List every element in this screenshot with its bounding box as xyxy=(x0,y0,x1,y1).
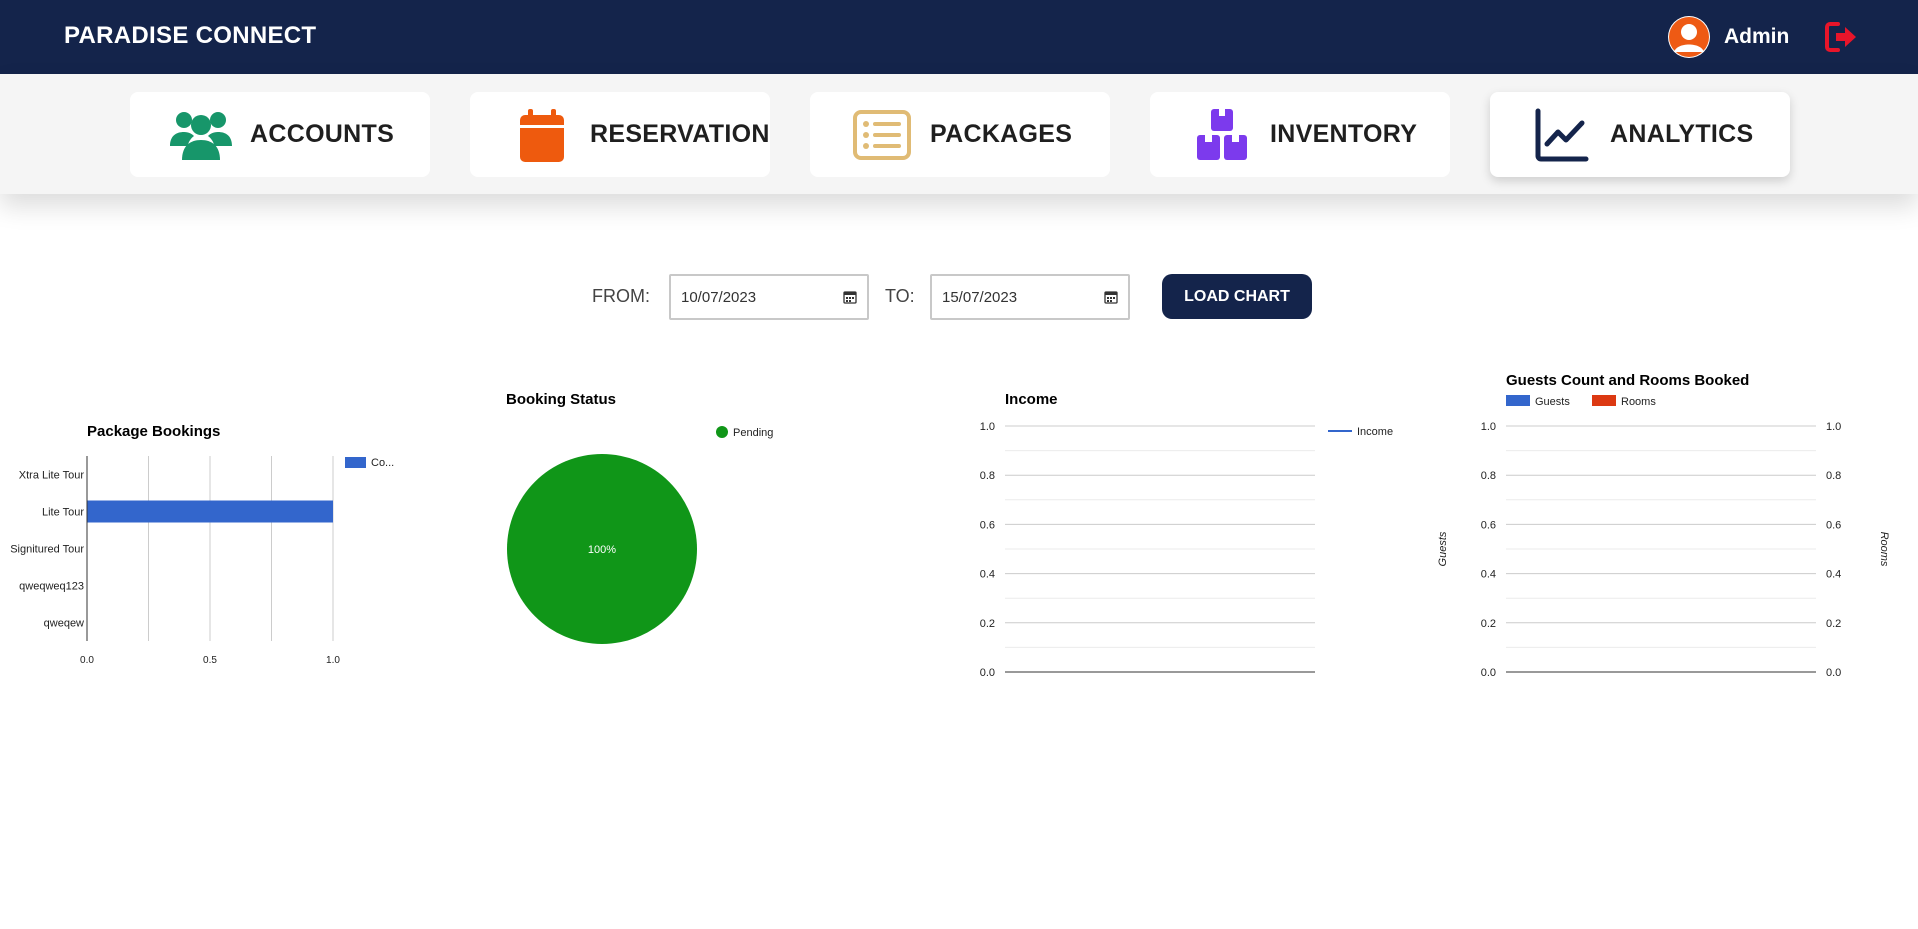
nav-inventory[interactable]: INVENTORY xyxy=(1150,92,1450,177)
nav-accounts[interactable]: ACCOUNTS xyxy=(130,92,430,177)
tick-label: 0.0 xyxy=(1481,667,1496,679)
tick-label-right: 1.0 xyxy=(1826,421,1841,433)
legend-swatch xyxy=(716,426,728,438)
legend-label: Pending xyxy=(733,427,773,439)
tick-label-right: 0.4 xyxy=(1826,569,1841,581)
legend-label: Guests xyxy=(1535,396,1570,408)
list-icon xyxy=(853,109,911,160)
load-chart-button[interactable]: LOAD CHART xyxy=(1162,274,1312,319)
income-chart: Income 1.0 0.8 0.6 0.4 0.2 0.0 Income xyxy=(980,391,1393,679)
date-filter-bar: FROM: TO: LOAD CHART xyxy=(0,274,1918,320)
package-bookings-chart: Package Bookings Xtra Lite Tour Lite Tour S… xyxy=(10,423,394,666)
tick-label: 0.0 xyxy=(80,655,94,666)
nav-label: ANALYTICS xyxy=(1610,120,1754,148)
tick-label: 0.6 xyxy=(1481,519,1496,531)
category-label: qweqew xyxy=(44,618,84,630)
tick-label: 0.6 xyxy=(980,519,995,531)
booking-status-chart: Booking Status 100% Pending xyxy=(506,391,773,644)
nav-packages[interactable]: PACKAGES xyxy=(810,92,1110,177)
tick-label: 0.8 xyxy=(980,470,995,482)
nav-analytics[interactable]: ANALYTICS xyxy=(1490,92,1790,177)
tick-label: 0.4 xyxy=(1481,569,1496,581)
tick-label-right: 0.6 xyxy=(1826,519,1841,531)
tick-label: 0.2 xyxy=(980,618,995,630)
to-label: TO: xyxy=(885,286,915,306)
legend-label: Co... xyxy=(371,457,394,469)
category-label: qweqweq123 xyxy=(19,581,84,593)
legend-label: Rooms xyxy=(1621,396,1656,408)
tick-label: 1.0 xyxy=(980,421,995,433)
bar xyxy=(87,500,333,523)
boxes-icon xyxy=(1197,108,1247,160)
legend-label: Income xyxy=(1357,426,1393,438)
legend-swatch xyxy=(345,457,366,468)
tick-label-right: 0.0 xyxy=(1826,667,1841,679)
from-label: FROM: xyxy=(592,286,650,306)
chart-title: Booking Status xyxy=(506,391,616,408)
legend-swatch xyxy=(1592,395,1616,406)
tick-label: 0.2 xyxy=(1481,618,1496,630)
category-label: Lite Tour xyxy=(42,507,84,519)
logout-icon[interactable] xyxy=(1824,21,1860,53)
users-icon xyxy=(170,111,232,160)
tick-label: 0.0 xyxy=(980,667,995,679)
category-label: Xtra Lite Tour xyxy=(19,470,85,482)
nav-reservation[interactable]: RESERVATION xyxy=(470,92,770,177)
tick-label-right: 0.2 xyxy=(1826,618,1841,630)
user-avatar-icon xyxy=(1669,17,1709,57)
guests-rooms-chart: Guests Count and Rooms Booked Guests Rooms… xyxy=(1437,372,1890,679)
nav-label: ACCOUNTS xyxy=(250,120,395,148)
to-date-input[interactable] xyxy=(930,274,1130,320)
tick-label-right: 0.8 xyxy=(1826,470,1841,482)
user-name[interactable]: Admin xyxy=(1724,25,1789,49)
tick-label: 1.0 xyxy=(326,655,340,666)
nav-label: INVENTORY xyxy=(1270,120,1418,148)
tick-label: 1.0 xyxy=(1481,421,1496,433)
tick-label: 0.8 xyxy=(1481,470,1496,482)
chart-title: Guests Count and Rooms Booked xyxy=(1506,372,1749,389)
from-date-input[interactable] xyxy=(669,274,869,320)
module-nav: ACCOUNTS RESERVATION PACKAGES INVENTORY … xyxy=(0,74,1918,194)
y-axis-label: Guests xyxy=(1437,531,1449,566)
legend-swatch xyxy=(1506,395,1530,406)
category-label: Signitured Tour xyxy=(10,544,84,556)
top-bar: PARADISE CONNECT Admin xyxy=(0,0,1918,74)
slice-label: 100% xyxy=(588,544,616,556)
user-menu[interactable]: Admin xyxy=(1668,16,1789,58)
chart-line-icon xyxy=(1535,108,1589,161)
chart-title: Package Bookings xyxy=(87,423,220,440)
avatar[interactable] xyxy=(1668,16,1710,58)
nav-label: RESERVATION xyxy=(590,120,770,148)
tick-label: 0.4 xyxy=(980,569,995,581)
nav-label: PACKAGES xyxy=(930,120,1073,148)
brand-title: PARADISE CONNECT xyxy=(64,22,317,49)
tick-label: 0.5 xyxy=(203,655,217,666)
chart-title: Income xyxy=(1005,391,1058,408)
calendar-icon xyxy=(520,108,564,162)
y2-axis-label: Rooms xyxy=(1878,532,1890,567)
